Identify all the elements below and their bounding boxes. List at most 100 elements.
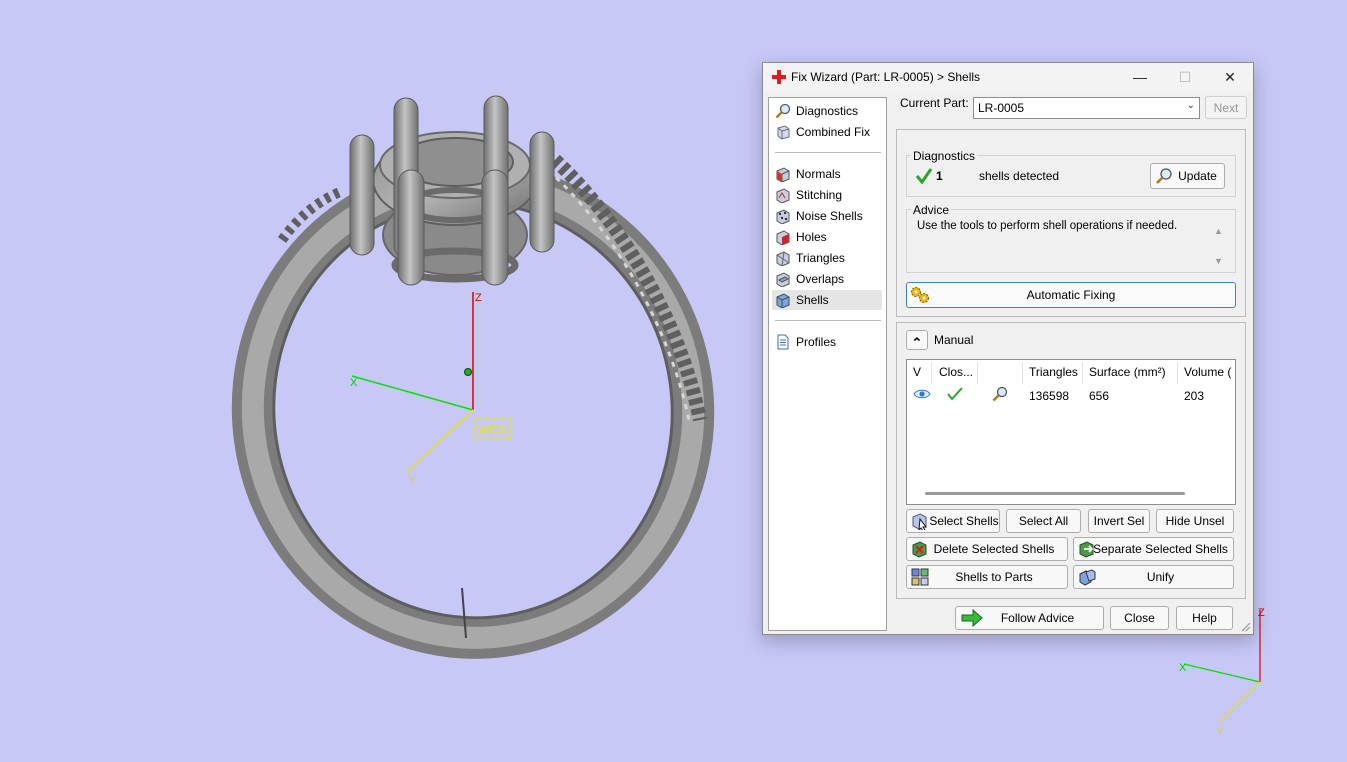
shells-to-parts-button[interactable]: Shells to Parts bbox=[906, 565, 1068, 589]
fix-wizard-dialog[interactable]: Fix Wizard (Part: LR-0005) > Shells — ☐ … bbox=[762, 62, 1254, 635]
nav-label: Holes bbox=[796, 230, 827, 244]
shells-icon bbox=[776, 293, 790, 308]
column-divider bbox=[1082, 362, 1083, 384]
document-icon bbox=[777, 334, 789, 350]
hide-unselected-button[interactable]: Hide Unsel bbox=[1156, 509, 1234, 533]
advice-text: Use the tools to perform shell operation… bbox=[917, 220, 1178, 232]
nav-label: Normals bbox=[796, 167, 841, 181]
unify-button[interactable]: Unify bbox=[1073, 565, 1234, 589]
next-button-label: Next bbox=[1213, 100, 1239, 115]
advice-group: Use the tools to perform shell operation… bbox=[906, 209, 1236, 273]
resize-grip-icon[interactable] bbox=[1239, 620, 1251, 632]
wizard-nav: Diagnostics Combined Fix Normals Stitchi… bbox=[768, 97, 887, 631]
automatic-fixing-label: Automatic Fixing bbox=[1026, 288, 1116, 302]
normals-cube-icon bbox=[776, 167, 790, 182]
shells-table[interactable]: V Clos... Triangles Surface (mm²) Volume… bbox=[906, 359, 1236, 505]
column-header-triangles[interactable]: Triangles bbox=[1029, 365, 1078, 379]
delete-selected-shells-button[interactable]: Delete Selected Shells bbox=[906, 537, 1068, 561]
overlaps-icon bbox=[776, 272, 790, 287]
nav-item-profiles[interactable]: Profiles bbox=[772, 332, 882, 352]
close-label: Close bbox=[1124, 611, 1155, 625]
stitching-icon bbox=[776, 188, 790, 203]
diagnostics-title: Diagnostics bbox=[911, 149, 978, 163]
closed-check-icon bbox=[947, 387, 963, 401]
select-all-button[interactable]: Select All bbox=[1006, 509, 1081, 533]
select-all-label: Select All bbox=[1018, 514, 1069, 528]
cell-triangles: 136598 bbox=[1029, 389, 1070, 403]
automatic-fixing-button[interactable]: Automatic Fixing bbox=[906, 282, 1236, 308]
update-label: Update bbox=[1178, 169, 1217, 183]
select-shells-button[interactable]: Select Shells bbox=[906, 509, 1000, 533]
axis-x-label: X bbox=[350, 377, 358, 389]
nav-label: Diagnostics bbox=[796, 104, 859, 118]
column-divider bbox=[977, 362, 978, 384]
select-shells-label: Select Shells bbox=[929, 514, 999, 528]
mini-axis-x: X bbox=[1179, 662, 1187, 674]
nav-label: Stitching bbox=[796, 188, 843, 202]
close-window-button[interactable]: ✕ bbox=[1215, 67, 1245, 87]
column-divider bbox=[931, 362, 932, 384]
help-button[interactable]: Help bbox=[1176, 606, 1233, 630]
nav-label: Shells bbox=[796, 293, 829, 307]
scroll-up-arrow-icon[interactable]: ▲ bbox=[1214, 226, 1223, 236]
title-bar[interactable]: Fix Wizard (Part: LR-0005) > Shells — ☐ … bbox=[763, 63, 1253, 91]
wcs-axes: Z X Y WCS bbox=[350, 292, 512, 487]
nav-label: Noise Shells bbox=[796, 209, 863, 223]
nav-item-diagnostics[interactable]: Diagnostics bbox=[772, 101, 882, 121]
magnifier-icon bbox=[775, 103, 791, 119]
wcs-label: WCS bbox=[478, 423, 506, 437]
collapse-up-icon: ⌃ bbox=[911, 335, 923, 350]
minimize-button[interactable]: — bbox=[1125, 67, 1155, 87]
eye-icon[interactable] bbox=[913, 388, 931, 400]
nav-label: Profiles bbox=[796, 335, 837, 349]
select-shells-icon bbox=[912, 513, 927, 530]
holes-icon bbox=[776, 230, 790, 245]
close-button[interactable]: Close bbox=[1110, 606, 1169, 630]
cell-surface: 656 bbox=[1089, 389, 1110, 403]
hide-unsel-label: Hide Unsel bbox=[1165, 514, 1225, 528]
nav-item-stitching[interactable]: Stitching bbox=[772, 185, 882, 205]
nav-item-noise-shells[interactable]: Noise Shells bbox=[772, 206, 882, 226]
mini-axis-z: Z bbox=[1258, 607, 1265, 619]
column-header-volume[interactable]: Volume ( bbox=[1184, 365, 1231, 379]
scroll-down-arrow-icon[interactable]: ▼ bbox=[1214, 256, 1223, 266]
window-title: Fix Wizard (Part: LR-0005) > Shells bbox=[791, 70, 981, 84]
nav-label: Overlaps bbox=[796, 272, 845, 286]
collapse-manual-button[interactable]: ⌃ bbox=[906, 330, 928, 350]
next-button[interactable]: Next bbox=[1205, 96, 1247, 119]
nav-item-combined-fix[interactable]: Combined Fix bbox=[772, 122, 882, 142]
current-part-select[interactable]: LR-0005 ⌄ bbox=[973, 97, 1200, 119]
nav-item-holes[interactable]: Holes bbox=[772, 227, 882, 247]
maximize-button[interactable]: ☐ bbox=[1170, 67, 1200, 87]
3d-viewport[interactable]: Z X Y WCS bbox=[0, 0, 760, 762]
unify-label: Unify bbox=[1146, 570, 1175, 584]
column-divider bbox=[1022, 362, 1023, 384]
triangles-icon bbox=[776, 251, 790, 266]
column-header-visible[interactable]: V bbox=[913, 365, 921, 379]
nav-item-shells[interactable]: Shells bbox=[772, 290, 882, 310]
separate-selected-label: Separate Selected Shells bbox=[1093, 542, 1228, 556]
column-header-closed[interactable]: Clos... bbox=[939, 365, 973, 379]
follow-advice-button[interactable]: Follow Advice bbox=[955, 606, 1104, 630]
mini-axis-y: Y bbox=[1216, 726, 1224, 738]
zoom-to-shell-icon[interactable] bbox=[991, 385, 1009, 403]
nav-item-overlaps[interactable]: Overlaps bbox=[772, 269, 882, 289]
follow-advice-label: Follow Advice bbox=[1000, 611, 1075, 625]
shells-detected-text: shells detected bbox=[979, 169, 1060, 183]
red-cross-icon bbox=[772, 70, 786, 84]
help-label: Help bbox=[1192, 611, 1217, 625]
column-divider bbox=[1177, 362, 1178, 384]
cell-volume: 203 bbox=[1184, 389, 1205, 403]
invert-selection-button[interactable]: Invert Sel bbox=[1088, 509, 1150, 533]
invert-sel-label: Invert Sel bbox=[1093, 514, 1145, 528]
manual-label: Manual bbox=[934, 333, 974, 347]
update-button[interactable]: Update bbox=[1150, 163, 1225, 189]
chevron-down-icon: ⌄ bbox=[1186, 100, 1195, 111]
horizontal-scrollbar[interactable] bbox=[925, 492, 1185, 495]
cube-icon bbox=[777, 125, 790, 140]
column-header-surface[interactable]: Surface (mm²) bbox=[1089, 365, 1166, 379]
nav-divider bbox=[775, 152, 881, 153]
separate-selected-shells-button[interactable]: Separate Selected Shells bbox=[1073, 537, 1234, 561]
nav-item-normals[interactable]: Normals bbox=[772, 164, 882, 184]
nav-item-triangles[interactable]: Triangles bbox=[772, 248, 882, 268]
